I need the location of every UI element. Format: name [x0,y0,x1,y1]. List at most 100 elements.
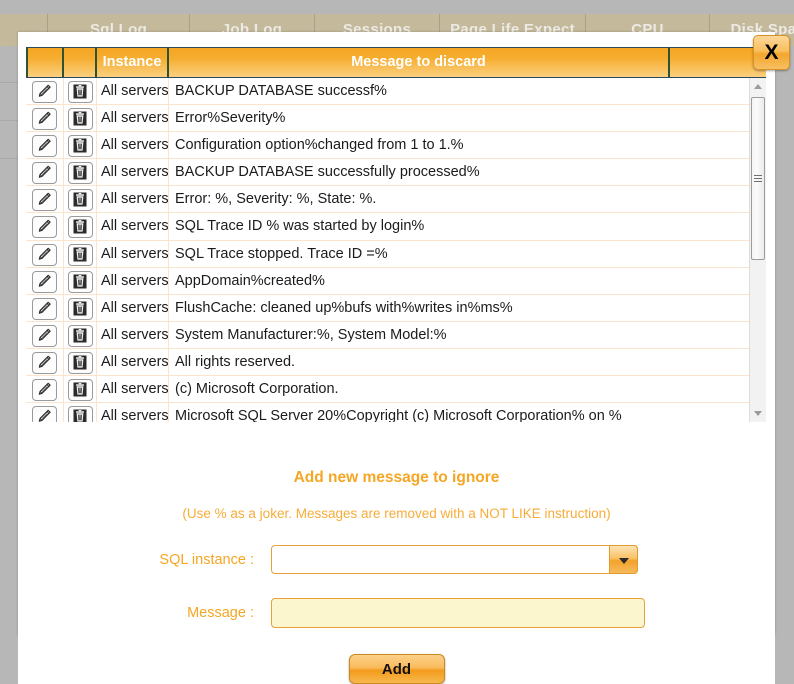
row-edit-cell [26,294,64,321]
row-message: SQL Trace stopped. Trace ID =% [169,240,750,267]
edit-row-button[interactable] [32,81,57,103]
row-instance: All servers [97,186,169,213]
edit-row-button[interactable] [32,162,57,185]
delete-row-button[interactable] [67,108,93,131]
row-delete-cell [64,78,97,105]
row-delete-cell [64,376,97,403]
edit-row-button[interactable] [32,189,57,212]
row-edit-cell [26,159,64,186]
edit-row-button[interactable] [32,351,57,374]
row-message: FlushCache: cleaned up%bufs with%writes … [169,294,750,321]
row-edit-cell [26,186,64,213]
grid-body: All servers BACKUP DATABASE successf% All … [26,78,750,422]
pencil-icon [38,382,51,395]
column-header-trailing [670,48,766,77]
trash-icon [73,84,87,99]
trash-icon [73,301,87,316]
table-row: All servers Error%Severity% [26,105,750,133]
delete-row-button[interactable] [67,162,93,185]
edit-row-button[interactable] [32,297,57,320]
trash-icon [73,274,87,289]
row-instance: All servers [97,159,169,186]
trash-icon [73,138,87,153]
delete-row-button[interactable] [67,135,93,158]
delete-row-button[interactable] [67,379,93,402]
row-instance: All servers [97,105,169,132]
trash-icon [73,192,87,207]
pencil-icon [38,111,51,124]
sql-instance-select[interactable] [271,545,638,574]
delete-row-button[interactable] [67,270,93,293]
column-header-message: Message to discard [169,48,670,77]
pencil-icon [38,193,51,206]
row-delete-cell [64,159,97,186]
column-header-instance: Instance [97,48,169,77]
row-delete-cell [64,348,97,376]
table-row: All servers System Manufacturer:%, System… [26,321,750,349]
row-instance: All servers [97,321,169,348]
row-message: BACKUP DATABASE successf% [169,78,750,105]
edit-row-button[interactable] [32,270,57,293]
row-delete-cell [64,403,97,422]
row-message: (c) Microsoft Corporation. [169,376,750,403]
sql-instance-label: SQL instance : [159,551,254,568]
table-row: All servers Error: %, Severity: %, State:… [26,186,750,214]
edit-row-button[interactable] [32,216,57,239]
delete-row-button[interactable] [67,406,93,422]
pencil-icon [38,84,51,97]
add-button[interactable]: Add [348,654,445,684]
delete-row-button[interactable] [67,81,93,103]
message-input[interactable] [271,598,645,628]
row-edit-cell [26,78,64,105]
row-message: Microsoft SQL Server 20%Copyright (c) Mi… [169,403,750,422]
scrollbar-grip-icon [754,174,762,183]
row-edit-cell [26,403,64,422]
table-row: All servers SQL Trace stopped. Trace ID =… [26,240,750,268]
edit-row-button[interactable] [32,324,57,347]
row-edit-cell [26,213,64,240]
close-icon[interactable]: X [753,35,790,70]
column-header-delete [64,48,97,77]
pencil-icon [38,274,51,287]
grid-body-viewport: All servers BACKUP DATABASE successf% All … [26,78,766,422]
row-instance: All servers [97,240,169,267]
pencil-icon [38,409,51,422]
row-delete-cell [64,186,97,213]
table-row: All servers AppDomain%created% [26,267,750,295]
table-row: All servers BACKUP DATABASE successf% [26,78,750,106]
row-instance: All servers [97,376,169,403]
background-left-column [0,46,18,649]
trash-icon [73,111,87,126]
delete-row-button[interactable] [67,324,93,347]
delete-row-button[interactable] [67,243,93,266]
row-delete-cell [64,267,97,294]
grid-header-row: Instance Message to discard [26,47,766,78]
trash-icon [73,165,87,180]
scroll-up-arrow-icon[interactable] [750,78,766,95]
table-row: All servers All rights reserved. [26,348,750,377]
delete-row-button[interactable] [67,351,93,374]
message-label: Message : [187,605,254,621]
delete-row-button[interactable] [67,297,93,320]
edit-row-button[interactable] [32,406,57,422]
row-edit-cell [26,376,64,403]
grid-scrollbar[interactable] [749,78,766,422]
row-message: All rights reserved. [169,348,750,376]
row-message: BACKUP DATABASE successfully processed% [169,159,750,186]
delete-row-button[interactable] [67,216,93,239]
edit-row-button[interactable] [32,243,57,266]
row-instance: All servers [97,403,169,422]
row-message: Error%Severity% [169,105,750,132]
row-instance: All servers [97,213,169,240]
scrollbar-thumb[interactable] [751,97,765,260]
table-row: All servers Microsoft SQL Server 20%Copyr… [26,403,750,422]
chevron-down-icon[interactable] [609,545,638,574]
edit-row-button[interactable] [32,135,57,158]
edit-row-button[interactable] [32,108,57,131]
scroll-down-arrow-icon[interactable] [750,405,766,422]
edit-row-button[interactable] [32,379,57,402]
pencil-icon [38,138,51,151]
table-row: All servers FlushCache: cleaned up%bufs w… [26,294,750,322]
row-instance: All servers [97,78,169,105]
delete-row-button[interactable] [67,189,93,212]
